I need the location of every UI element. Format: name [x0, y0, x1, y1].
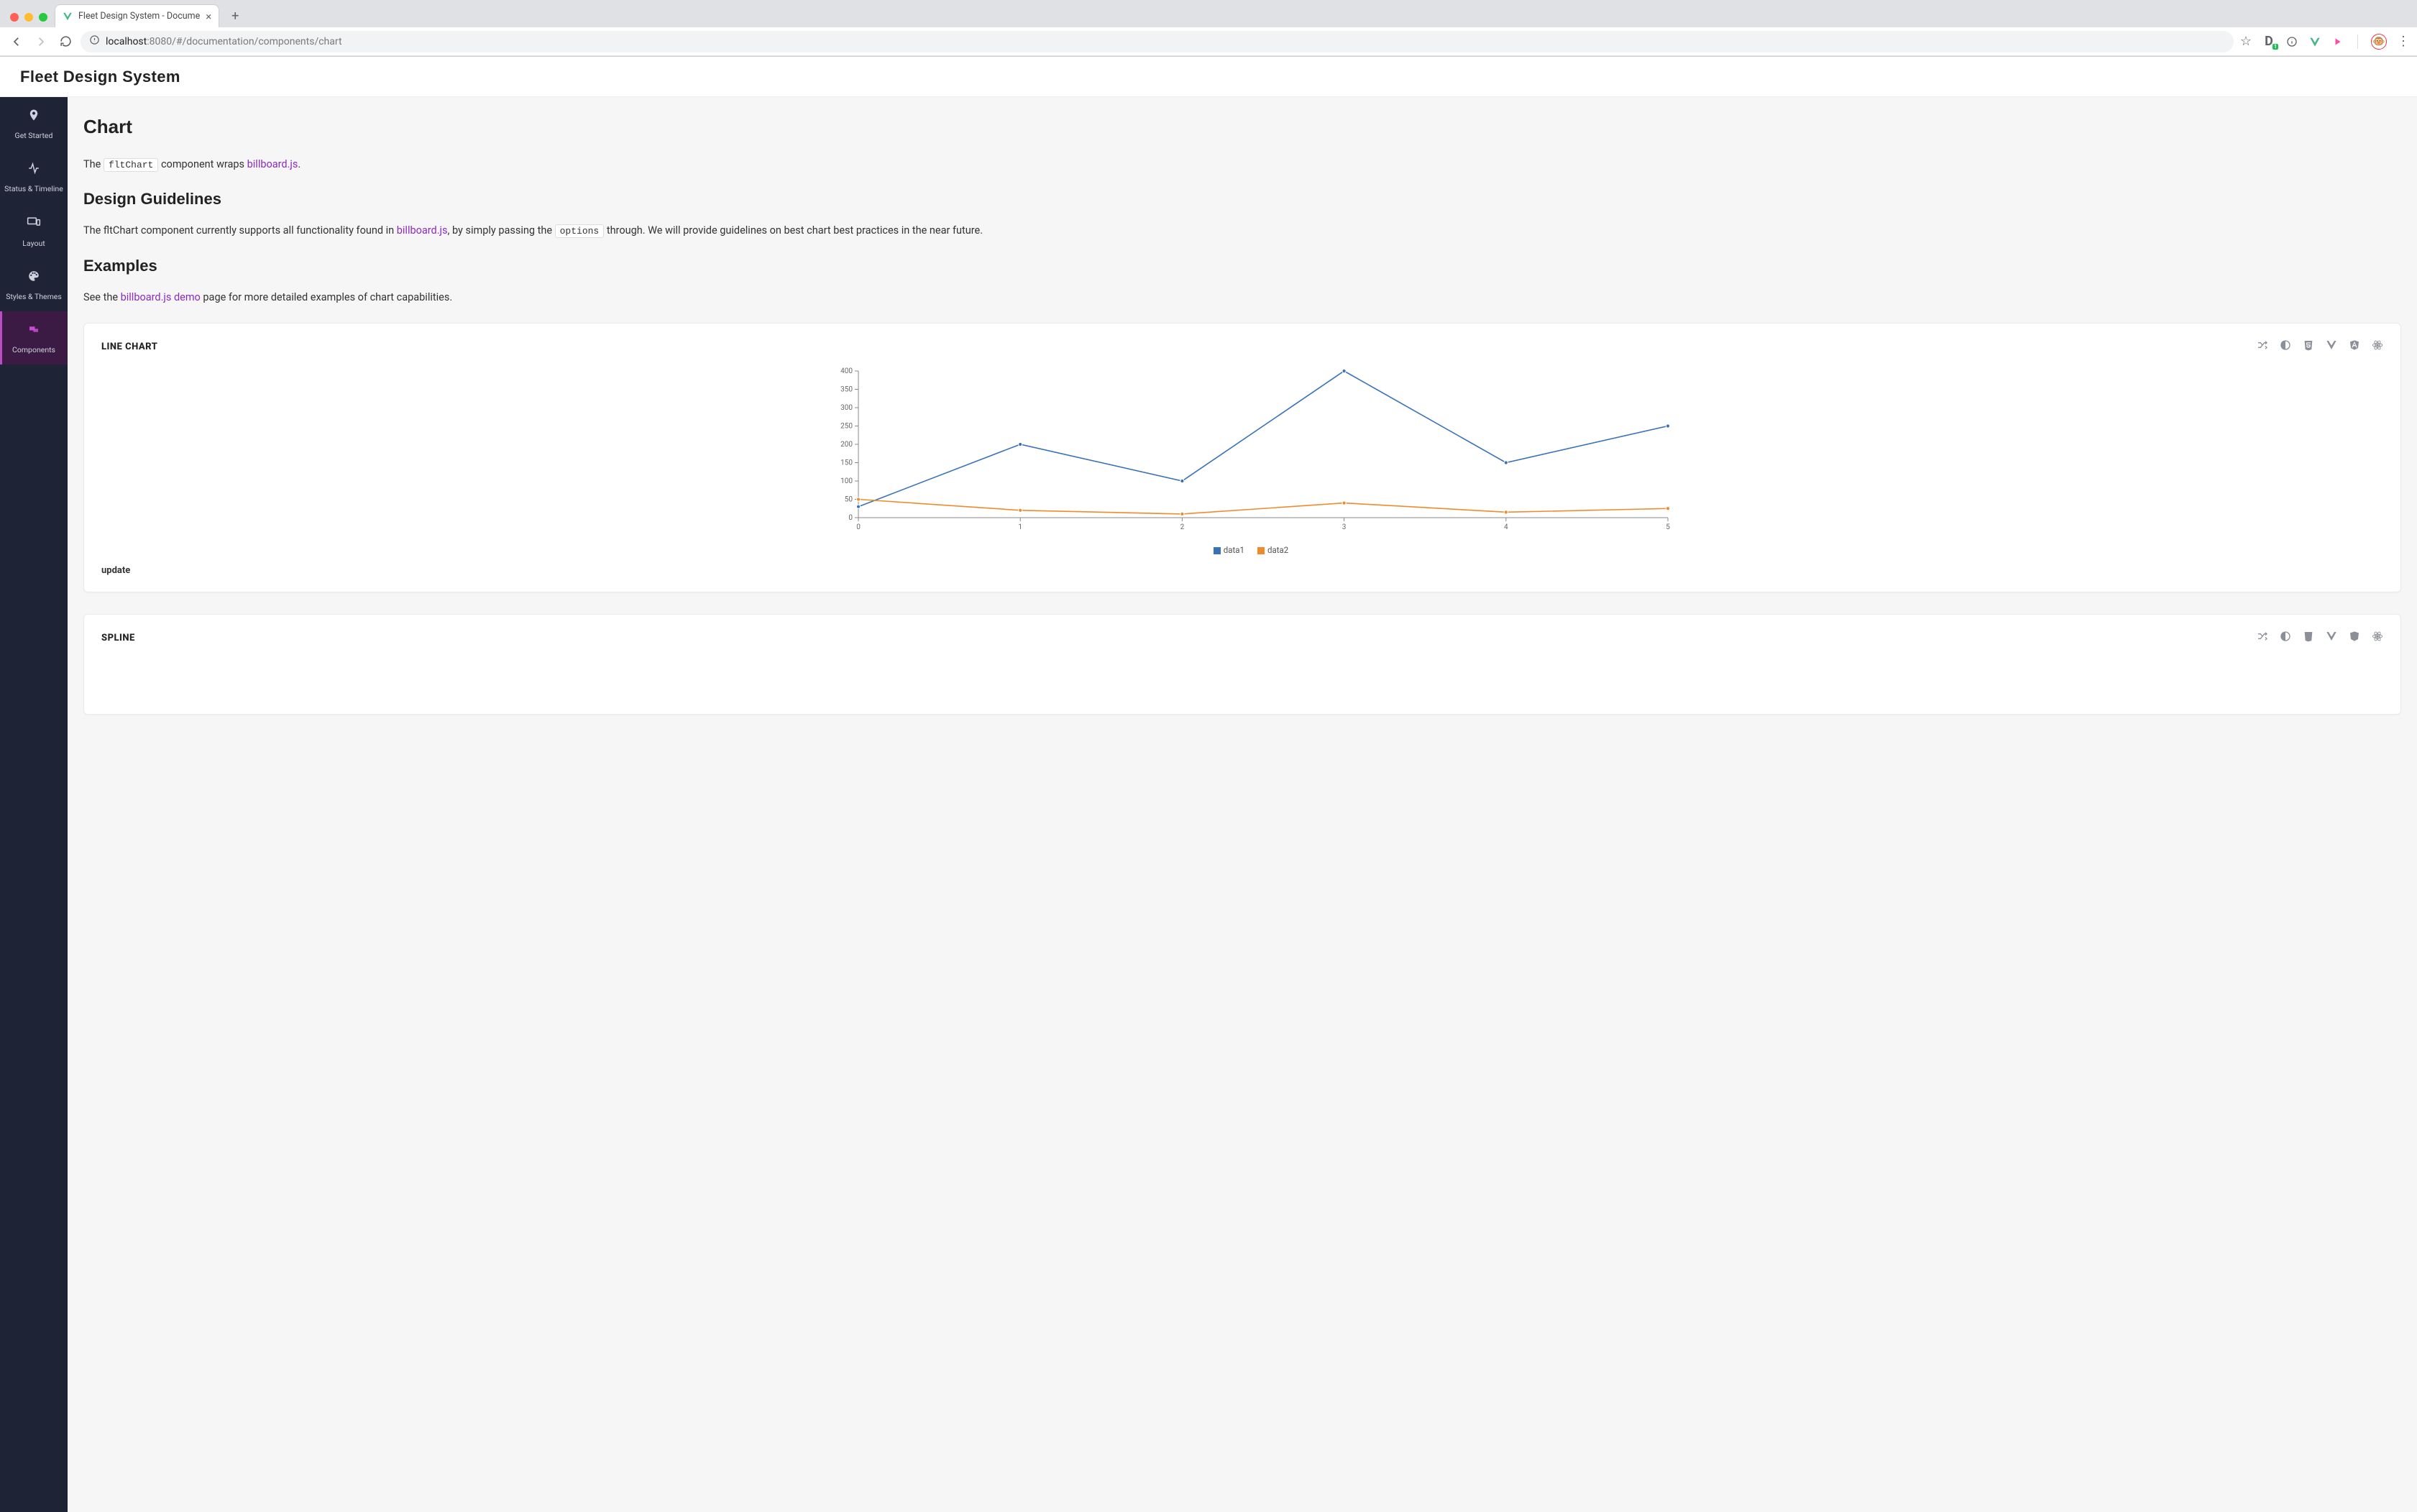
vue-favicon-icon: [63, 12, 73, 22]
tab-title: Fleet Design System - Docume: [78, 11, 200, 22]
svg-text:50: 50: [845, 496, 853, 504]
tab-close-icon[interactable]: ×: [206, 10, 211, 23]
link-billboard-demo[interactable]: billboard.js demo: [121, 291, 201, 303]
card-actions: [2257, 339, 2383, 354]
angular-icon[interactable]: [2349, 339, 2360, 354]
section-examples: Examples: [83, 257, 2401, 275]
svg-text:400: 400: [840, 367, 853, 375]
svg-text:5: 5: [1666, 523, 1670, 531]
svg-text:0: 0: [856, 523, 861, 531]
link-billboard[interactable]: billboard.js: [247, 158, 298, 170]
window-controls: [6, 13, 55, 27]
svg-text:2: 2: [1180, 523, 1185, 531]
html5-icon[interactable]: [2303, 631, 2314, 645]
browser-chrome: Fleet Design System - Docume × + localho…: [0, 0, 2417, 57]
devices-icon: [27, 215, 41, 233]
url-text: localhost:8080/#/documentation/component…: [106, 36, 342, 47]
reload-button[interactable]: [56, 32, 75, 51]
page-title: Chart: [83, 116, 2401, 138]
back-button[interactable]: [7, 32, 26, 51]
card-title: SPLINE: [101, 633, 135, 643]
new-tab-button[interactable]: +: [225, 6, 245, 26]
browser-tab[interactable]: Fleet Design System - Docume ×: [55, 4, 219, 27]
sidebar-item-layout[interactable]: Layout: [0, 203, 68, 258]
sidebar-item-label: Layout: [22, 239, 45, 248]
activity-icon: [27, 162, 40, 178]
angular-icon[interactable]: [2349, 631, 2360, 645]
shuffle-icon[interactable]: [2257, 339, 2268, 354]
profile-avatar[interactable]: 🐵: [2371, 34, 2387, 50]
svg-text:3: 3: [1342, 523, 1347, 531]
chart-legend: data1 data2: [119, 545, 2383, 555]
sidebar: Get Started Status & Timeline Layout Sty…: [0, 97, 68, 1512]
code-options: options: [555, 224, 605, 238]
site-info-icon[interactable]: [89, 35, 100, 48]
vue-icon[interactable]: [2326, 631, 2337, 645]
map-pin-icon: [27, 109, 40, 125]
extension-play-icon[interactable]: [2331, 35, 2344, 48]
info-circle-icon[interactable]: [2285, 35, 2298, 48]
line-chart: 0 50 100 150 200 250 300 350 400 0 1 2 3 4 5 data1 dat…: [101, 365, 2383, 555]
sidebar-item-label: Status & Timeline: [4, 184, 63, 193]
svg-text:350: 350: [840, 386, 853, 394]
main-content: Chart The fltChart component wraps billb…: [68, 97, 2417, 1512]
svg-text:200: 200: [840, 441, 853, 449]
svg-text:4: 4: [1504, 523, 1508, 531]
vue-icon[interactable]: [2326, 339, 2337, 354]
legend-item-data1[interactable]: data1: [1214, 545, 1244, 555]
svg-text:0: 0: [848, 514, 853, 522]
svg-text:100: 100: [840, 477, 853, 485]
shuffle-icon[interactable]: [2257, 631, 2268, 645]
palette-icon: [27, 270, 40, 286]
sidebar-item-label: Styles & Themes: [6, 292, 62, 301]
code-fltchart: fltChart: [104, 158, 158, 172]
svg-text:300: 300: [840, 404, 853, 412]
sidebar-item-label: Components: [12, 345, 55, 354]
link-billboard-2[interactable]: billboard.js: [397, 224, 448, 237]
extension-d-icon[interactable]: D1: [2262, 35, 2275, 48]
svg-text:250: 250: [840, 423, 853, 431]
vue-devtools-icon[interactable]: [2308, 35, 2321, 48]
section-design-guidelines: Design Guidelines: [83, 190, 2401, 209]
card-title: LINE CHART: [101, 342, 157, 352]
contrast-icon[interactable]: [2280, 339, 2291, 354]
address-bar[interactable]: localhost:8080/#/documentation/component…: [81, 31, 2234, 52]
sidebar-item-label: Get Started: [15, 131, 53, 140]
legend-item-data2[interactable]: data2: [1257, 545, 1288, 555]
sidebar-item-components[interactable]: Components: [0, 311, 68, 365]
browser-toolbar: localhost:8080/#/documentation/component…: [0, 27, 2417, 56]
minimize-window-icon[interactable]: [24, 13, 33, 22]
kebab-menu-icon[interactable]: ⋮: [2397, 35, 2410, 48]
close-window-icon[interactable]: [10, 13, 19, 22]
card-line-chart: LINE CHART 0 50 100 150 200 250 300 350 400 0 1 2 3 4…: [83, 323, 2401, 592]
react-icon[interactable]: [2372, 339, 2383, 354]
brand-title: Fleet Design System: [20, 68, 180, 86]
intro-paragraph: The fltChart component wraps billboard.j…: [83, 157, 2401, 173]
sidebar-item-get-started[interactable]: Get Started: [0, 97, 68, 150]
sidebar-item-status-timeline[interactable]: Status & Timeline: [0, 150, 68, 203]
card-footer-update[interactable]: update: [101, 565, 2383, 576]
sidebar-item-styles-themes[interactable]: Styles & Themes: [0, 258, 68, 311]
app-header: Fleet Design System: [0, 57, 2417, 97]
forward-button[interactable]: [32, 32, 50, 51]
chart-svg: 0 50 100 150 200 250 300 350 400 0 1 2 3 4 5: [119, 365, 2383, 538]
svg-text:150: 150: [840, 459, 853, 467]
contrast-icon[interactable]: [2280, 631, 2291, 645]
svg-text:1: 1: [1018, 523, 1022, 531]
card-actions: [2257, 631, 2383, 645]
html5-icon[interactable]: [2303, 339, 2314, 354]
guidelines-paragraph: The fltChart component currently support…: [83, 223, 2401, 239]
examples-paragraph: See the billboard.js demo page for more …: [83, 290, 2401, 306]
maximize-window-icon[interactable]: [39, 13, 47, 22]
bookmark-star-icon[interactable]: ☆: [2239, 35, 2252, 48]
card-spline: SPLINE: [83, 614, 2401, 715]
toolbar-divider: [2357, 35, 2358, 49]
components-icon: [27, 323, 40, 339]
react-icon[interactable]: [2372, 631, 2383, 645]
